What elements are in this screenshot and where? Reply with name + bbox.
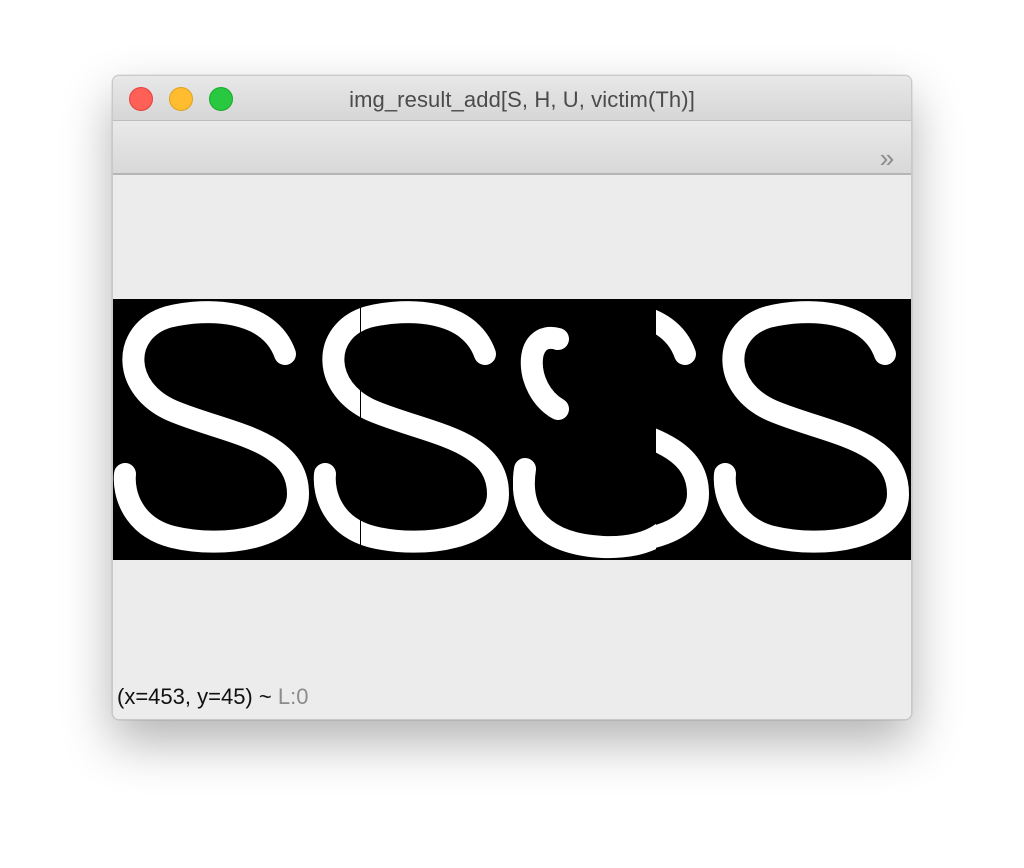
result-image-canvas (113, 301, 909, 559)
toolbar: » (113, 121, 911, 175)
glyph-s-3 (656, 301, 909, 553)
glyph-u (460, 311, 656, 559)
title-bar[interactable]: img_result_add[S, H, U, victim(Th)] (113, 76, 911, 121)
image-window: img_result_add[S, H, U, victim(Th)] » (x… (112, 75, 912, 720)
image-content-area: (x=453, y=45) ~ L:0 (113, 175, 911, 719)
window-title: img_result_add[S, H, U, victim(Th)] (349, 87, 695, 112)
layer-indicator: L:0 (277, 684, 309, 709)
status-bar: (x=453, y=45) ~ L:0 (117, 683, 308, 711)
glyph-s-1 (113, 301, 309, 553)
toolbar-overflow-button[interactable]: » (873, 145, 901, 171)
cursor-coordinates: (x=453, y=45) ~ (117, 684, 272, 709)
result-image[interactable] (113, 299, 911, 560)
double-chevron-right-icon: » (879, 143, 895, 173)
